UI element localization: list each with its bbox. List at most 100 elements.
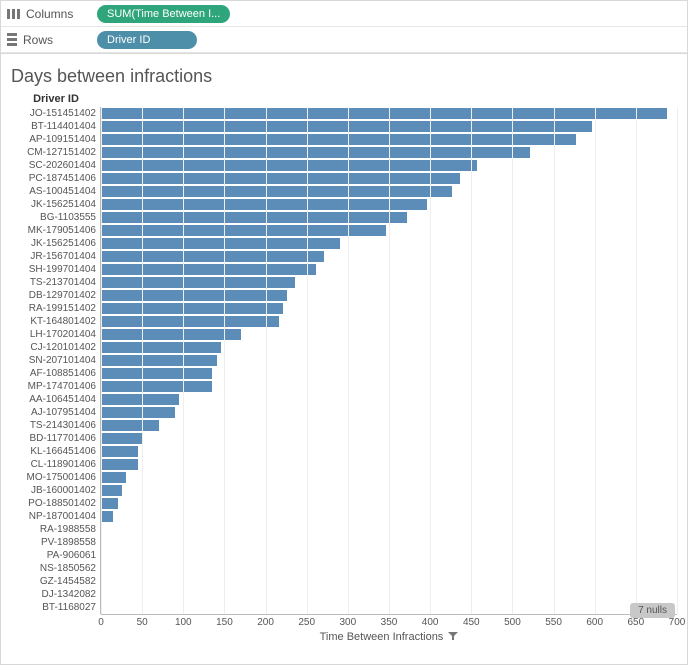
bar-row[interactable] — [101, 588, 677, 601]
x-axis-tick: 300 — [340, 617, 357, 628]
bar[interactable] — [101, 459, 138, 470]
bar-row[interactable] — [101, 250, 677, 263]
bar-row[interactable] — [101, 536, 677, 549]
bar-row[interactable] — [101, 146, 677, 159]
bar[interactable] — [101, 251, 324, 262]
columns-pill[interactable]: SUM(Time Between I... — [97, 5, 230, 23]
bar[interactable] — [101, 407, 175, 418]
bar-row[interactable] — [101, 419, 677, 432]
bar-row[interactable] — [101, 406, 677, 419]
bar-row[interactable] — [101, 328, 677, 341]
bar-row[interactable] — [101, 211, 677, 224]
bar-row[interactable] — [101, 549, 677, 562]
bar[interactable] — [101, 355, 217, 366]
bar[interactable] — [101, 485, 122, 496]
bar[interactable] — [101, 381, 212, 392]
bar-row[interactable] — [101, 484, 677, 497]
y-axis-label: BT-114401404 — [11, 120, 100, 133]
bar[interactable] — [101, 446, 138, 457]
bar[interactable] — [101, 121, 592, 132]
bar-row[interactable] — [101, 601, 677, 614]
y-axis-labels: JO-151451402BT-114401404AP-109151404CM-1… — [11, 107, 101, 614]
bar[interactable] — [101, 264, 316, 275]
bar-row[interactable] — [101, 497, 677, 510]
bar[interactable] — [101, 238, 340, 249]
chart-title: Days between infractions — [11, 66, 677, 87]
rows-shelf-label: Rows — [7, 33, 87, 47]
y-axis-label: AP-109151404 — [11, 133, 100, 146]
bar[interactable] — [101, 134, 576, 145]
bar[interactable] — [101, 225, 386, 236]
bar[interactable] — [101, 173, 460, 184]
bar-row[interactable] — [101, 263, 677, 276]
plot-area: JO-151451402BT-114401404AP-109151404CM-1… — [11, 107, 677, 614]
bar[interactable] — [101, 368, 212, 379]
x-axis-tick: 350 — [381, 617, 398, 628]
bar-row[interactable] — [101, 458, 677, 471]
bar[interactable] — [101, 420, 159, 431]
bar[interactable] — [101, 290, 287, 301]
bar[interactable] — [101, 316, 279, 327]
y-axis-label: AF-108851406 — [11, 367, 100, 380]
bar-row[interactable] — [101, 302, 677, 315]
bar-row[interactable] — [101, 315, 677, 328]
bar-row[interactable] — [101, 276, 677, 289]
bar-row[interactable] — [101, 133, 677, 146]
bar-row[interactable] — [101, 107, 677, 120]
bar[interactable] — [101, 199, 427, 210]
bar[interactable] — [101, 186, 452, 197]
bar-row[interactable] — [101, 159, 677, 172]
rows-pill-label: Driver ID — [107, 34, 150, 46]
bar[interactable] — [101, 277, 295, 288]
bar[interactable] — [101, 329, 241, 340]
bar-row[interactable] — [101, 432, 677, 445]
bar[interactable] — [101, 108, 667, 119]
x-axis-tick: 200 — [257, 617, 274, 628]
bar[interactable] — [101, 472, 126, 483]
bar[interactable] — [101, 498, 118, 509]
bar-row[interactable] — [101, 575, 677, 588]
y-axis-label: SN-207101404 — [11, 354, 100, 367]
y-axis-label: TS-213701404 — [11, 276, 100, 289]
y-axis-label: KT-164801402 — [11, 315, 100, 328]
y-axis-label: PO-188501402 — [11, 497, 100, 510]
bar[interactable] — [101, 511, 113, 522]
bar-row[interactable] — [101, 341, 677, 354]
y-axis-title: Driver ID — [11, 93, 101, 105]
bar-row[interactable] — [101, 198, 677, 211]
columns-shelf[interactable]: Columns SUM(Time Between I... — [1, 1, 687, 27]
x-axis-title: Time Between Infractions — [101, 631, 677, 643]
bar-row[interactable] — [101, 120, 677, 133]
bar-row[interactable] — [101, 224, 677, 237]
bar[interactable] — [101, 147, 530, 158]
bar-row[interactable] — [101, 237, 677, 250]
rows-shelf[interactable]: Rows Driver ID — [1, 27, 687, 53]
bar[interactable] — [101, 433, 142, 444]
y-axis-label: RA-1988558 — [11, 523, 100, 536]
bar[interactable] — [101, 160, 477, 171]
bar[interactable] — [101, 342, 221, 353]
bar[interactable] — [101, 303, 283, 314]
bar-row[interactable] — [101, 289, 677, 302]
bar-row[interactable] — [101, 380, 677, 393]
rows-pill[interactable]: Driver ID — [97, 31, 197, 49]
bar-row[interactable] — [101, 471, 677, 484]
bar-row[interactable] — [101, 354, 677, 367]
bar-row[interactable] — [101, 523, 677, 536]
bar-row[interactable] — [101, 445, 677, 458]
bar-row[interactable] — [101, 172, 677, 185]
y-axis-label: JR-156701404 — [11, 250, 100, 263]
filter-icon — [448, 631, 458, 643]
x-axis-tick: 250 — [298, 617, 315, 628]
bar[interactable] — [101, 212, 407, 223]
bar-row[interactable] — [101, 367, 677, 380]
y-axis-label: RA-199151402 — [11, 302, 100, 315]
bar-row[interactable] — [101, 510, 677, 523]
bars-area[interactable] — [101, 107, 677, 614]
bar-row[interactable] — [101, 562, 677, 575]
bar-row[interactable] — [101, 393, 677, 406]
bar-row[interactable] — [101, 185, 677, 198]
bar[interactable] — [101, 394, 179, 405]
nulls-badge[interactable]: 7 nulls — [630, 603, 675, 618]
x-axis-tick: 600 — [586, 617, 603, 628]
